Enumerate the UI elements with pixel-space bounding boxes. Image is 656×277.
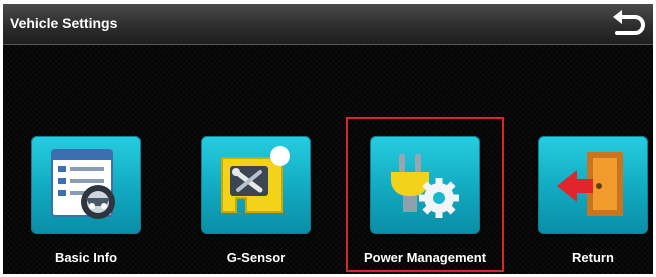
title-bar: Vehicle Settings bbox=[3, 4, 653, 45]
g-sensor-tools-icon bbox=[221, 146, 290, 213]
power-management-button[interactable] bbox=[370, 136, 480, 234]
basic-info-button[interactable] bbox=[31, 136, 141, 234]
power-plug-gear-icon bbox=[391, 154, 459, 218]
basic-info-label: Basic Info bbox=[54, 250, 118, 265]
vehicle-info-icon bbox=[51, 149, 115, 219]
power-management-label: Power Management bbox=[363, 250, 487, 265]
vehicle-settings-screen: Vehicle Settings Basic Info G-Sensor Pow… bbox=[3, 4, 653, 274]
return-label: Return bbox=[572, 250, 614, 265]
g-sensor-label: G-Sensor bbox=[226, 250, 286, 265]
exit-door-icon bbox=[557, 152, 623, 216]
back-button[interactable] bbox=[609, 7, 647, 41]
back-arrow-icon bbox=[613, 10, 645, 35]
g-sensor-button[interactable] bbox=[201, 136, 311, 234]
return-button[interactable] bbox=[538, 136, 648, 234]
page-title: Vehicle Settings bbox=[10, 15, 118, 31]
